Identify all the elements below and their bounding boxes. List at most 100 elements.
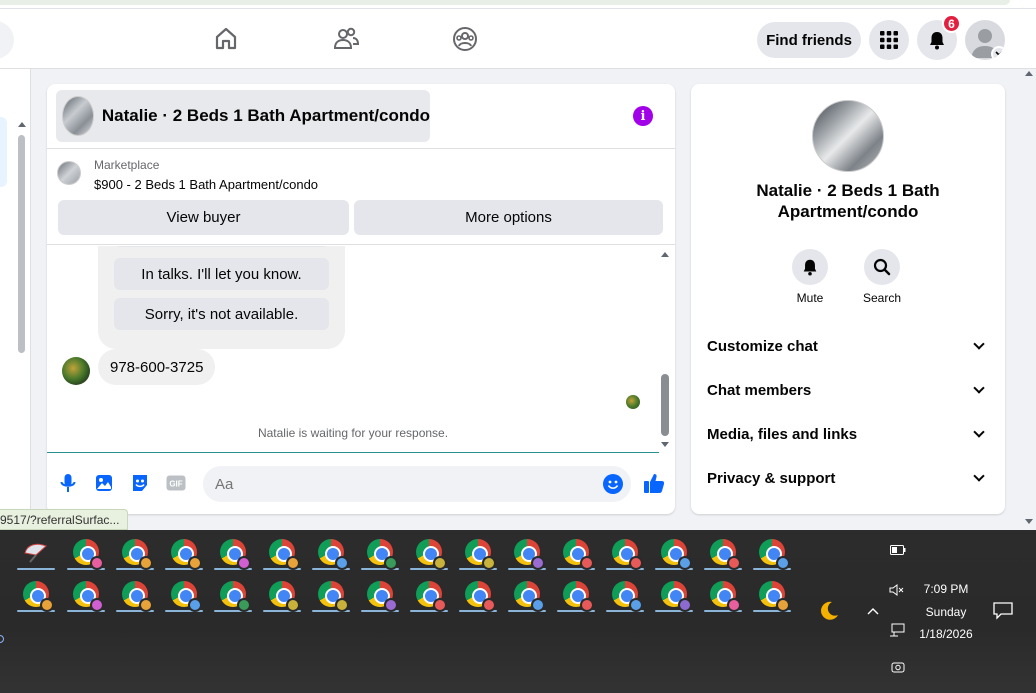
left-sidebar-edge: [0, 69, 31, 530]
taskbar-chrome-profile-icon[interactable]: [16, 576, 56, 612]
clock-time[interactable]: 7:09 PM: [905, 582, 987, 596]
menu-button[interactable]: [869, 20, 909, 60]
gif-icon[interactable]: GIF: [165, 472, 187, 494]
page-scroll-up-arrow-icon[interactable]: [1025, 71, 1033, 76]
taskbar-chrome-profile-icon[interactable]: [115, 576, 155, 612]
like-thumbs-up-icon[interactable]: [641, 470, 667, 496]
network-icon[interactable]: [889, 623, 905, 640]
quick-reply-in-talks[interactable]: In talks. I'll let you know.: [114, 258, 329, 290]
taskbar-chrome-profile-icon[interactable]: [164, 576, 204, 612]
photo-icon[interactable]: [93, 472, 115, 494]
volume-muted-icon[interactable]: [889, 584, 905, 599]
bell-icon: [930, 32, 944, 50]
taskbar-chrome-profile-icon[interactable]: [409, 534, 449, 570]
clock-day[interactable]: Sunday: [905, 605, 987, 619]
media-files-links-section[interactable]: Media, files and links: [707, 414, 989, 454]
message-bubble: 978-600-3725: [98, 349, 216, 385]
taskbar-chrome-profile-icon[interactable]: [262, 534, 302, 570]
message-list: In talks. I'll let you know. Sorry, it's…: [47, 246, 659, 452]
sticker-icon[interactable]: [129, 472, 151, 494]
taskbar-chrome-profile-icon[interactable]: [311, 534, 351, 570]
home-icon[interactable]: [212, 25, 240, 53]
taskbar-chrome-profile-icon[interactable]: [360, 576, 400, 612]
clock-date[interactable]: 1/18/2026: [905, 627, 987, 641]
chat-header[interactable]: Natalie · 2 Beds 1 Bath Apartment/condo: [56, 90, 430, 142]
taskbar-chrome-profile-icon[interactable]: [66, 576, 106, 612]
find-friends-button[interactable]: Find friends: [757, 22, 861, 58]
taskbar-chrome-profile-icon[interactable]: [752, 534, 792, 570]
taskbar-chrome-profile-icon[interactable]: [311, 576, 351, 612]
taskbar-chrome-profile-icon[interactable]: [115, 534, 155, 570]
notification-count-badge: 6: [942, 14, 961, 33]
taskbar-chrome-profile-icon[interactable]: [703, 534, 743, 570]
page-scrollbar[interactable]: [1021, 69, 1036, 530]
waiting-response-note: Natalie is waiting for your response.: [257, 426, 449, 440]
read-receipt-avatar: [626, 395, 640, 409]
listing-photo[interactable]: [812, 100, 884, 172]
message-scroll-up-arrow-icon[interactable]: [661, 252, 669, 257]
taskbar-chrome-profile-icon[interactable]: [605, 576, 645, 612]
scroll-up-arrow-icon[interactable]: [18, 122, 26, 127]
taskbar-chrome-profile-icon[interactable]: [213, 534, 253, 570]
taskbar-chrome-profile-icon[interactable]: [556, 534, 596, 570]
listing-summary: Marketplace $900 - 2 Beds 1 Bath Apartme…: [47, 148, 675, 245]
taskbar-chrome-profile-icon[interactable]: [507, 534, 547, 570]
chat-title: Natalie · 2 Beds 1 Bath Apartment/condo: [101, 106, 430, 125]
taskbar-chrome-profile-icon[interactable]: [654, 576, 694, 612]
taskbar-chrome-profile-icon[interactable]: [262, 576, 302, 612]
account-avatar[interactable]: [965, 20, 1005, 60]
listing-title[interactable]: $900 - 2 Beds 1 Bath Apartment/condo: [94, 177, 318, 192]
taskbar-chrome-profile-icon[interactable]: [458, 576, 498, 612]
left-scrollbar-thumb[interactable]: [18, 135, 25, 353]
info-icon[interactable]: i: [633, 106, 653, 126]
quick-reply-not-available[interactable]: Sorry, it's not available.: [114, 298, 329, 330]
search-label: Search: [862, 291, 902, 305]
taskbar-chrome-profile-icon[interactable]: [458, 534, 498, 570]
battery-icon[interactable]: [890, 544, 906, 558]
search-icon: [873, 258, 891, 276]
more-options-button[interactable]: More options: [354, 200, 663, 235]
microphone-icon[interactable]: [57, 472, 79, 494]
page-scroll-down-arrow-icon[interactable]: [1025, 519, 1033, 524]
windows-taskbar: 7:09 PM Sunday 1/18/2026: [0, 530, 1036, 693]
chevron-down-icon: [973, 338, 985, 350]
view-buyer-button[interactable]: View buyer: [58, 200, 349, 235]
notification-center-icon[interactable]: [993, 602, 1013, 623]
message-input[interactable]: [203, 466, 631, 502]
groups-icon[interactable]: [451, 25, 479, 53]
taskbar-chrome-profile-icon[interactable]: [66, 534, 106, 570]
taskbar-chrome-profile-icon[interactable]: [605, 534, 645, 570]
listing-source-label: Marketplace: [94, 158, 160, 172]
chevron-down-icon: [973, 382, 985, 394]
link-status-bar: 9517/?referralSurfac...: [0, 509, 129, 530]
section-label: Privacy & support: [707, 469, 836, 487]
chevron-up-icon[interactable]: [867, 604, 879, 618]
taskbar-chrome-profile-icon[interactable]: [556, 576, 596, 612]
message-scrollbar-thumb[interactable]: [661, 374, 669, 436]
message-scroll-down-arrow-icon[interactable]: [661, 442, 669, 447]
chevron-down-icon: [973, 470, 985, 482]
section-label: Chat members: [707, 381, 812, 399]
friends-icon[interactable]: [332, 25, 360, 53]
search-action[interactable]: Search: [852, 249, 912, 305]
menu-grid-icon: [880, 31, 898, 49]
taskbar-chrome-profile-icon[interactable]: [360, 534, 400, 570]
moon-icon[interactable]: [818, 600, 840, 625]
emoji-icon[interactable]: [603, 474, 623, 494]
taskbar-chrome-profile-icon[interactable]: [654, 534, 694, 570]
sender-avatar[interactable]: [62, 357, 90, 385]
taskbar-chrome-profile-icon[interactable]: [752, 576, 792, 612]
taskbar-chrome-profile-icon[interactable]: [409, 576, 449, 612]
chat-members-section[interactable]: Chat members: [707, 370, 989, 410]
privacy-support-section[interactable]: Privacy & support: [707, 458, 989, 498]
taskbar-chrome-profile-icon[interactable]: [164, 534, 204, 570]
search-box-stub[interactable]: [0, 21, 14, 59]
taskbar-chrome-profile-icon[interactable]: [213, 576, 253, 612]
taskbar-chrome-profile-icon[interactable]: [703, 576, 743, 612]
taskbar-chrome-profile-icon[interactable]: [507, 576, 547, 612]
quick-reply-cut-off[interactable]: [114, 246, 329, 247]
customize-chat-section[interactable]: Customize chat: [707, 326, 989, 366]
camera-icon[interactable]: [891, 660, 905, 677]
mute-action[interactable]: Mute: [780, 249, 840, 305]
taskbar-app-umbrella-icon[interactable]: [16, 534, 56, 570]
